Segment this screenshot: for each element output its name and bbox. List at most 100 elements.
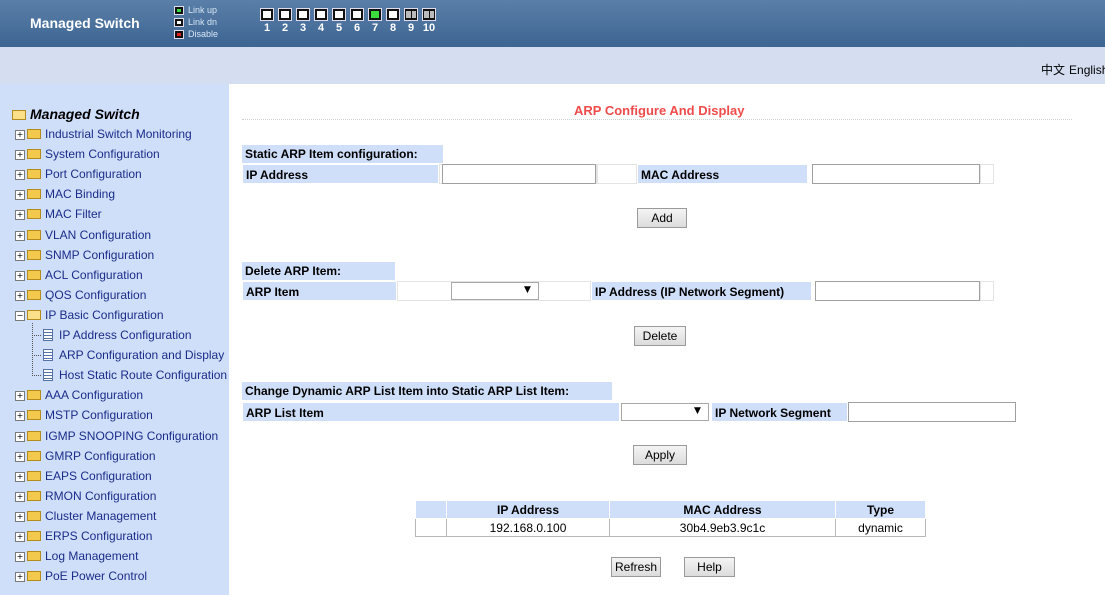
tree-root[interactable]: Managed Switch — [12, 106, 140, 122]
help-button[interactable]: Help — [684, 557, 735, 577]
port-2[interactable]: 2 — [276, 7, 294, 34]
expand-icon[interactable]: + — [15, 492, 25, 502]
expand-icon[interactable]: + — [15, 411, 25, 421]
sidebar-item-mac-binding[interactable]: + MAC Binding — [15, 187, 115, 202]
table-row[interactable]: 192.168.0.100 30b4.9eb3.9c1c dynamic — [415, 518, 926, 537]
sidebar-item-label: GMRP Configuration — [45, 449, 156, 463]
refresh-button[interactable]: Refresh — [611, 557, 661, 577]
port-number: 1 — [263, 22, 271, 35]
sidebar-item-poe-power-control[interactable]: + PoE Power Control — [15, 569, 147, 584]
folder-icon — [27, 451, 41, 461]
sidebar-item-snmp-configuration[interactable]: + SNMP Configuration — [15, 248, 154, 263]
port-3[interactable]: 3 — [294, 7, 312, 34]
static-mac-input[interactable] — [812, 164, 980, 184]
sidebar-item-rmon-configuration[interactable]: + RMON Configuration — [15, 489, 156, 504]
delete-ip-input[interactable] — [815, 281, 980, 301]
port-10[interactable]: 10 — [420, 7, 438, 34]
sidebar-item-system-configuration[interactable]: + System Configuration — [15, 147, 160, 162]
lang-chinese-link[interactable]: 中文 — [1041, 63, 1065, 77]
expand-icon[interactable]: + — [15, 251, 25, 261]
cell-check[interactable] — [415, 518, 447, 537]
sidebar-item-cluster-management[interactable]: + Cluster Management — [15, 509, 156, 524]
sidebar-item-erps-configuration[interactable]: + ERPS Configuration — [15, 529, 152, 544]
expand-icon[interactable]: + — [15, 210, 25, 220]
sidebar-item-label: Cluster Management — [45, 509, 157, 523]
legend-link-up: Link up — [174, 4, 218, 16]
legend-link-down: Link dn — [174, 16, 218, 28]
sidebar-subitem-ip-address-configuration[interactable]: IP Address Configuration — [43, 328, 192, 343]
port-number: 9 — [407, 22, 415, 35]
sidebar-item-port-configuration[interactable]: + Port Configuration — [15, 167, 142, 182]
segment-input[interactable] — [848, 402, 1016, 422]
sidebar-item-label: MAC Filter — [45, 207, 102, 221]
ethernet-port-icon — [314, 8, 328, 22]
expand-icon[interactable]: + — [15, 231, 25, 241]
sidebar-subitem-arp-configuration-and-display[interactable]: ARP Configuration and Display — [43, 348, 224, 363]
sidebar-item-mstp-configuration[interactable]: + MSTP Configuration — [15, 408, 153, 423]
sidebar-item-label: AAA Configuration — [45, 388, 144, 402]
expand-icon[interactable]: + — [15, 532, 25, 542]
expand-icon[interactable]: + — [15, 271, 25, 281]
sidebar-item-label: IGMP SNOOPING Configuration — [45, 429, 219, 443]
expand-icon[interactable]: + — [15, 291, 25, 301]
port-disabled-icon — [174, 30, 184, 40]
port-8[interactable]: 8 — [384, 7, 402, 34]
port-number: 4 — [317, 22, 325, 35]
sidebar-item-label: SNMP Configuration — [45, 248, 155, 262]
port-5[interactable]: 5 — [330, 7, 348, 34]
port-1[interactable]: 1 — [258, 7, 276, 34]
port-9[interactable]: 9 — [402, 7, 420, 34]
expand-icon[interactable]: + — [15, 552, 25, 562]
folder-icon — [27, 250, 41, 260]
sidebar-subitem-label: ARP Configuration and Display — [59, 348, 225, 362]
delete-button[interactable]: Delete — [634, 326, 686, 346]
port-7[interactable]: 7 — [366, 7, 384, 34]
sidebar-item-label: ACL Configuration — [45, 268, 143, 282]
folder-icon — [27, 431, 41, 441]
sidebar-item-label: VLAN Configuration — [45, 228, 152, 242]
expand-icon[interactable]: + — [15, 170, 25, 180]
sidebar-item-eaps-configuration[interactable]: + EAPS Configuration — [15, 469, 152, 484]
collapse-icon[interactable]: − — [15, 311, 25, 321]
lang-english-link[interactable]: English — [1069, 63, 1105, 77]
sidebar-item-igmp-snooping-configuration[interactable]: + IGMP SNOOPING Configuration — [15, 429, 218, 444]
expand-icon[interactable]: + — [15, 130, 25, 140]
sidebar-item-aaa-configuration[interactable]: + AAA Configuration — [15, 388, 143, 403]
sidebar-subitem-host-static-route-configuration[interactable]: Host Static Route Configuration — [43, 368, 227, 383]
expand-icon[interactable]: + — [15, 190, 25, 200]
sidebar-item-vlan-configuration[interactable]: + VLAN Configuration — [15, 228, 151, 243]
expand-icon[interactable]: + — [15, 432, 25, 442]
folder-icon — [27, 551, 41, 561]
sidebar-item-gmrp-configuration[interactable]: + GMRP Configuration — [15, 449, 156, 464]
legend-label: Link up — [188, 5, 218, 15]
port-4[interactable]: 4 — [312, 7, 330, 34]
expand-icon[interactable]: + — [15, 452, 25, 462]
folder-icon — [27, 149, 41, 159]
apply-button[interactable]: Apply — [633, 445, 687, 465]
sidebar-item-acl-configuration[interactable]: + ACL Configuration — [15, 268, 143, 283]
sidebar-item-label: IP Basic Configuration — [45, 308, 164, 322]
chevron-down-icon: ▼ — [694, 406, 701, 416]
change-arp-heading: Change Dynamic ARP List Item into Static… — [242, 382, 612, 400]
sidebar-item-qos-configuration[interactable]: + QOS Configuration — [15, 288, 146, 303]
cell-type: dynamic — [835, 518, 926, 537]
spacer-cell — [980, 164, 994, 184]
sidebar-item-ip-basic-configuration[interactable]: − IP Basic Configuration — [15, 308, 164, 323]
sidebar-item-industrial-switch-monitoring[interactable]: + Industrial Switch Monitoring — [15, 127, 192, 142]
expand-icon[interactable]: + — [15, 391, 25, 401]
expand-icon[interactable]: + — [15, 512, 25, 522]
static-ip-input[interactable] — [442, 164, 596, 184]
expand-icon[interactable]: + — [15, 572, 25, 582]
cell-ip: 192.168.0.100 — [446, 518, 610, 537]
port-6[interactable]: 6 — [348, 7, 366, 34]
sidebar-item-log-management[interactable]: + Log Management — [15, 549, 138, 564]
document-icon — [43, 369, 53, 381]
delete-item-label: ARP Item — [242, 281, 397, 301]
sidebar-item-mac-filter[interactable]: + MAC Filter — [15, 207, 102, 222]
language-bar: 中文 English — [0, 47, 1105, 84]
add-button[interactable]: Add — [637, 208, 687, 228]
expand-icon[interactable]: + — [15, 150, 25, 160]
expand-icon[interactable]: + — [15, 472, 25, 482]
spacer-cell — [597, 164, 637, 184]
tree-connector — [32, 335, 41, 336]
